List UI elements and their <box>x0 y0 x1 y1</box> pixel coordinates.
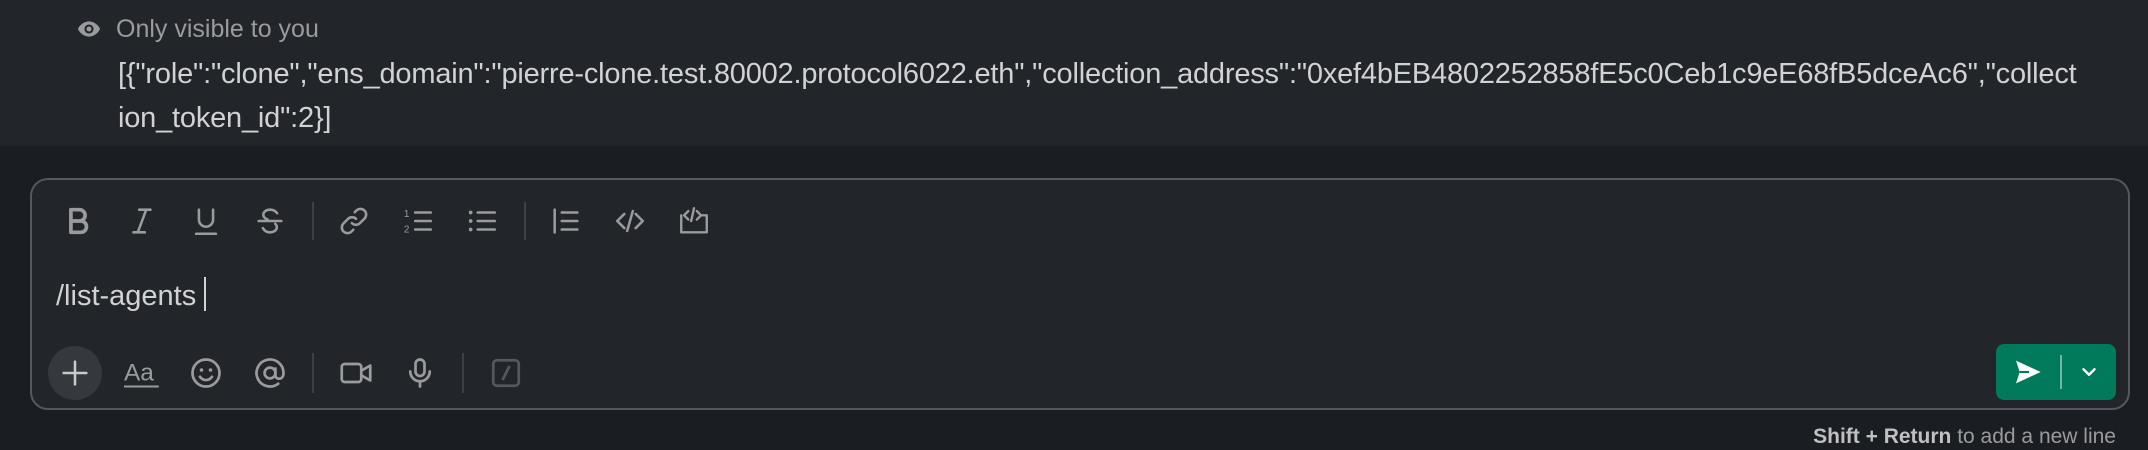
svg-text:Aa: Aa <box>124 360 154 387</box>
video-button[interactable] <box>330 347 382 399</box>
message-input[interactable]: /list-agents <box>56 276 207 316</box>
message-body: [{"role":"clone","ens_domain":"pierre-cl… <box>118 58 2077 134</box>
chevron-down-icon <box>2082 368 2096 376</box>
newline-hint: Shift + Return to add a new line <box>1813 424 2116 450</box>
send-button[interactable] <box>1996 344 2060 400</box>
send-button-group <box>1996 344 2116 400</box>
audio-button[interactable] <box>394 347 446 399</box>
formatting-toggle-button[interactable]: Aa <box>116 347 168 399</box>
actions-divider <box>462 353 464 393</box>
hint-text: to add a new line <box>1951 425 2116 448</box>
link-button[interactable] <box>328 198 380 244</box>
strikethrough-icon <box>257 208 283 234</box>
toolbar-divider <box>312 202 314 240</box>
code-icon <box>615 209 645 233</box>
svg-text:1: 1 <box>404 209 410 220</box>
emoji-button[interactable] <box>180 347 232 399</box>
italic-icon <box>132 208 152 234</box>
formatting-icon: Aa <box>124 360 159 388</box>
mention-icon <box>255 358 285 388</box>
composer-actions: Aa <box>48 346 544 400</box>
attach-button[interactable] <box>48 346 102 400</box>
toolbar-divider <box>524 202 526 240</box>
code-block-icon <box>680 207 708 234</box>
formatting-toolbar: 12 <box>52 198 732 244</box>
code-block-button[interactable] <box>668 198 720 244</box>
message-area: Only visible to you [{"role":"clone","en… <box>0 0 2148 146</box>
bold-button[interactable] <box>52 198 104 244</box>
code-button[interactable] <box>604 198 656 244</box>
ordered-list-button[interactable]: 12 <box>392 198 444 244</box>
blockquote-button[interactable] <box>540 198 592 244</box>
slash-command-button[interactable] <box>480 347 532 399</box>
eye-icon <box>77 21 101 37</box>
link-icon <box>340 207 368 235</box>
video-icon <box>340 362 372 384</box>
strikethrough-button[interactable] <box>244 198 296 244</box>
message-composer: 12 /list-agents Aa <box>30 178 2130 410</box>
bulleted-list-button[interactable] <box>456 198 508 244</box>
send-options-button[interactable] <box>2062 344 2116 400</box>
visibility-label: Only visible to you <box>116 15 319 43</box>
blockquote-icon <box>553 208 579 234</box>
underline-icon <box>194 208 218 236</box>
underline-button[interactable] <box>180 198 232 244</box>
actions-divider <box>312 353 314 393</box>
message-input-value: /list-agents <box>56 280 197 312</box>
emoji-icon <box>191 358 221 388</box>
microphone-icon <box>408 358 432 388</box>
text-caret <box>204 277 207 311</box>
send-icon <box>2016 360 2041 384</box>
ordered-list-icon: 12 <box>404 209 433 235</box>
svg-text:2: 2 <box>404 224 410 235</box>
hint-keys: Shift + Return <box>1813 425 1952 448</box>
plus-icon <box>62 360 88 386</box>
slash-command-icon <box>491 358 521 388</box>
mention-button[interactable] <box>244 347 296 399</box>
bold-icon <box>69 207 89 235</box>
bulleted-list-icon <box>468 210 497 232</box>
ephemeral-notice: Only visible to you <box>76 14 319 44</box>
italic-button[interactable] <box>116 198 168 244</box>
